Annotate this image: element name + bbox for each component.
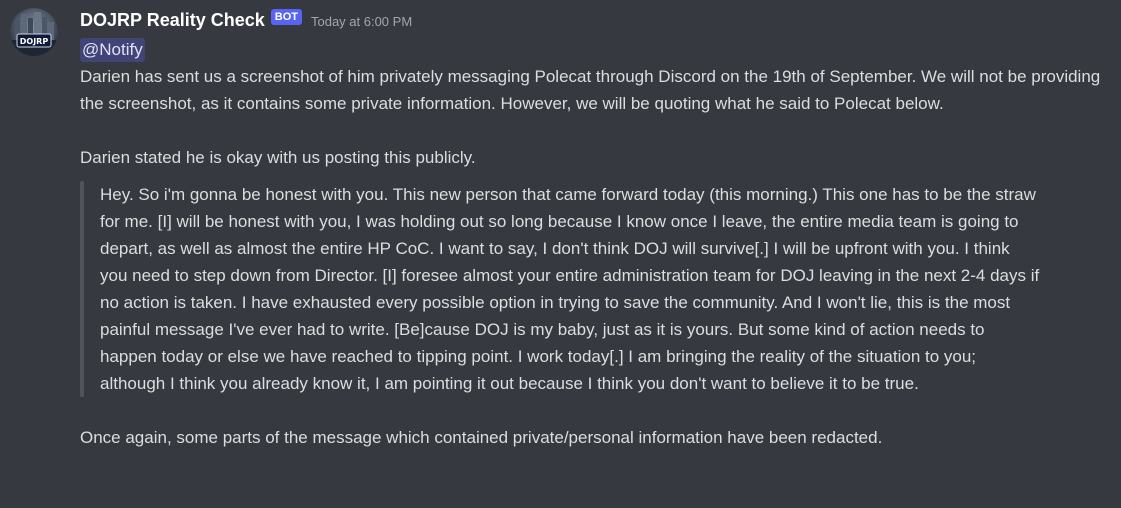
bot-avatar[interactable]: DOJRP <box>10 8 58 56</box>
chat-message: DOJRP DOJRP Reality Check BOT Today at 6… <box>0 0 1121 508</box>
avatar-logo-text: DOJRP <box>20 37 49 46</box>
message-paragraph-1: Darien has sent us a screenshot of him p… <box>80 67 1101 113</box>
avatar-image: DOJRP <box>10 8 58 56</box>
block-quote: Hey. So i'm gonna be honest with you. Th… <box>80 181 1040 397</box>
message-content: @Notify Darien has sent us a screenshot … <box>80 36 1120 451</box>
message-paragraph-3: Once again, some parts of the message wh… <box>80 428 883 447</box>
message-header: DOJRP Reality Check BOT Today at 6:00 PM <box>80 8 412 32</box>
quote-bar <box>80 181 84 397</box>
role-mention[interactable]: @Notify <box>80 38 145 62</box>
message-timestamp[interactable]: Today at 6:00 PM <box>311 14 412 29</box>
message-paragraph-2: Darien stated he is okay with us posting… <box>80 148 476 167</box>
username[interactable]: DOJRP Reality Check <box>80 10 265 31</box>
quote-text: Hey. So i'm gonna be honest with you. Th… <box>100 185 1040 393</box>
bot-badge: BOT <box>270 9 302 25</box>
